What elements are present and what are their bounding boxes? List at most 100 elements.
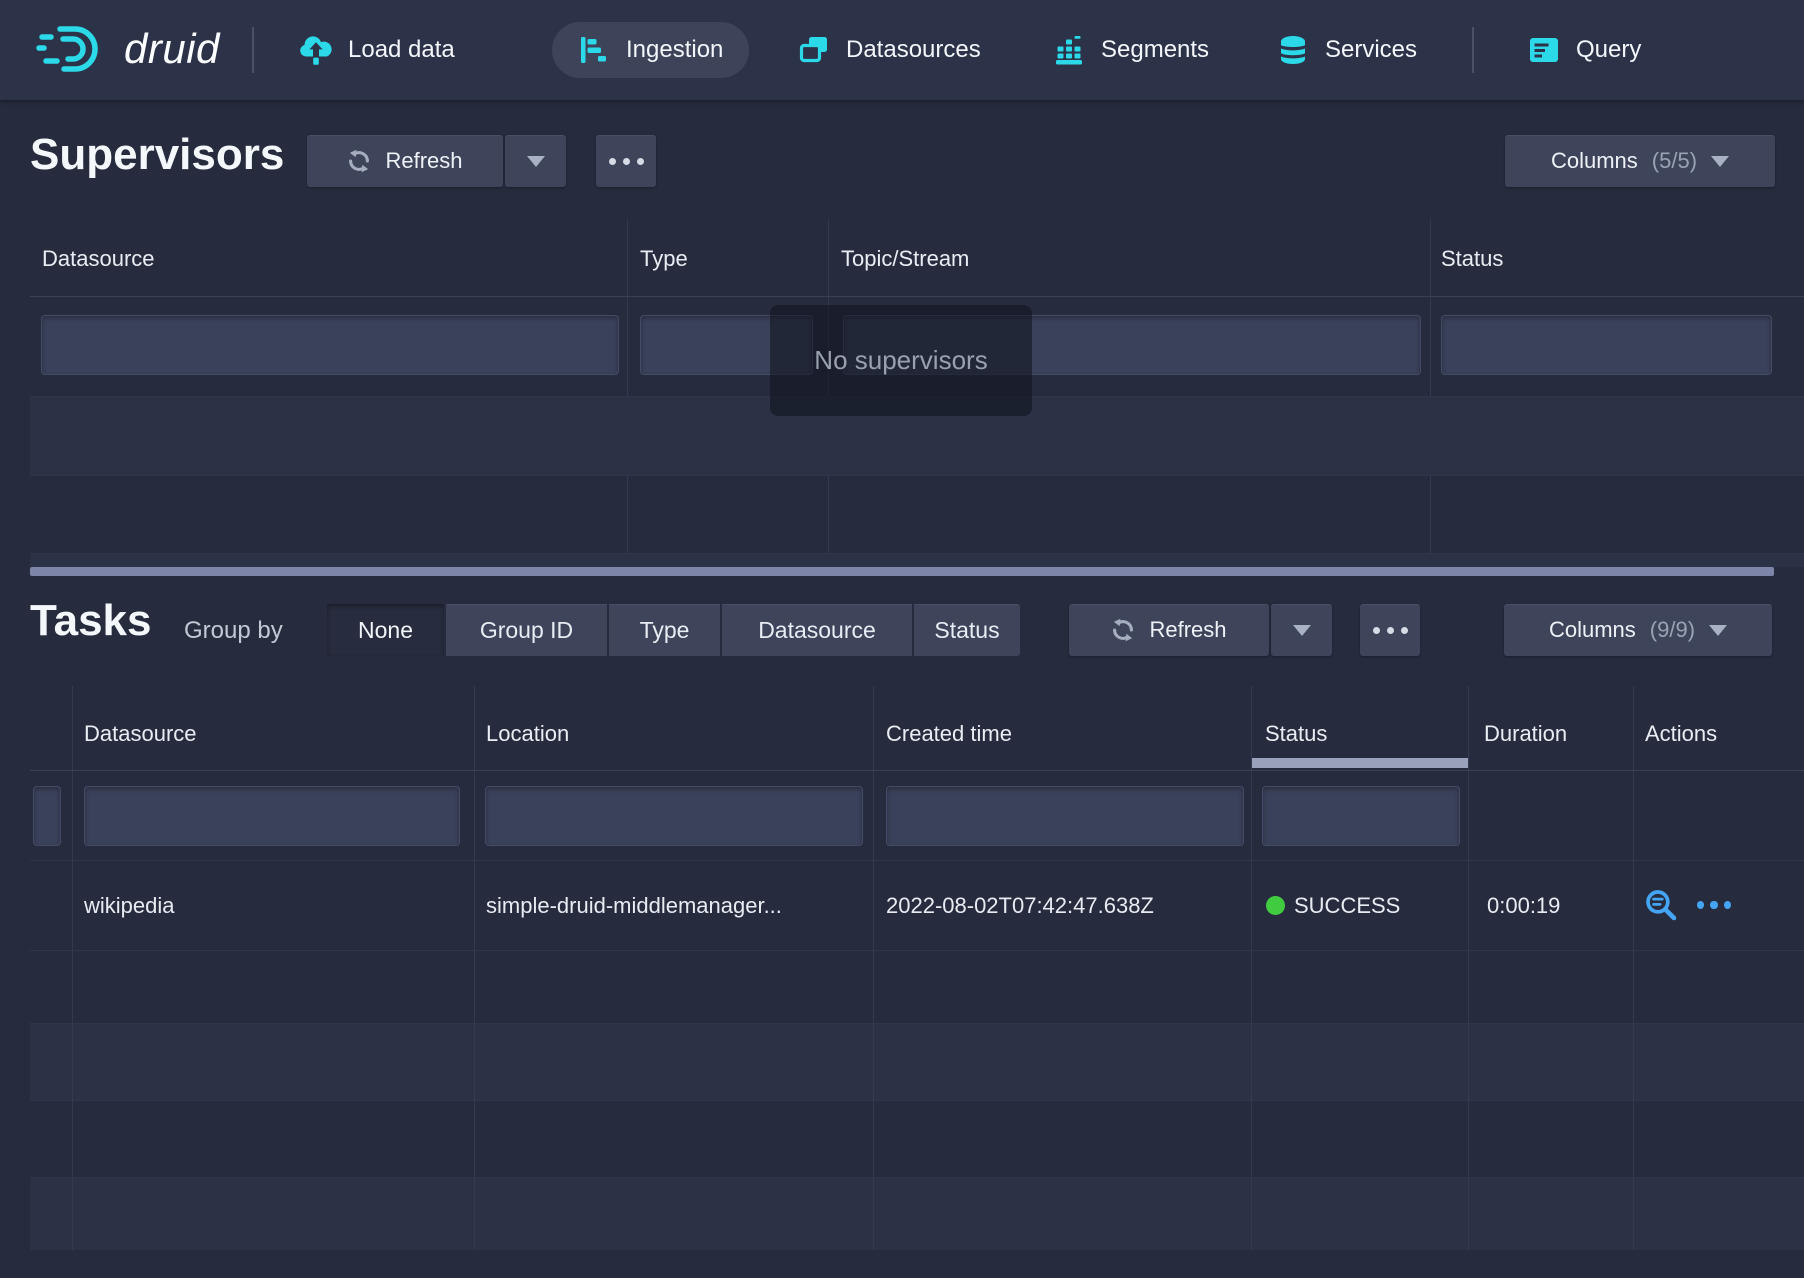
header-divider: [30, 770, 1804, 771]
task-col-created-time[interactable]: Created time: [886, 721, 1012, 747]
more-icon: [609, 158, 644, 165]
druid-logo[interactable]: druid: [36, 22, 220, 76]
columns-count: (5/5): [1652, 148, 1697, 174]
row-divider: [30, 1100, 1804, 1101]
row-divider: [30, 475, 1804, 476]
tasks-refresh-interval-button[interactable]: [1271, 604, 1332, 656]
task-col-actions[interactable]: Actions: [1645, 721, 1717, 747]
supervisors-refresh-button[interactable]: Refresh: [307, 135, 503, 187]
supervisors-more-button[interactable]: [596, 135, 656, 187]
group-by-type-label: Type: [640, 617, 690, 644]
column-divider: [1251, 1024, 1252, 1250]
tasks-title: Tasks: [30, 596, 152, 646]
nav-segments-label: Segments: [1101, 36, 1209, 64]
navbar: druid Load data Ingestion: [0, 0, 1804, 100]
group-by-none-label: None: [358, 617, 413, 644]
task-col-datasource[interactable]: Datasource: [84, 721, 197, 747]
brand-name: druid: [124, 25, 220, 73]
nav-datasources[interactable]: Datasources: [798, 0, 981, 100]
column-divider: [627, 219, 628, 567]
more-icon: [1373, 627, 1408, 634]
nav-services[interactable]: Services: [1277, 0, 1417, 100]
supervisors-title: Supervisors: [30, 130, 284, 180]
task-col-location[interactable]: Location: [486, 721, 569, 747]
row-divider: [30, 860, 1804, 861]
task-created-filter-input[interactable]: [886, 786, 1244, 846]
nav-ingestion[interactable]: Ingestion: [552, 22, 749, 78]
sup-col-datasource[interactable]: Datasource: [42, 246, 155, 272]
empty-row: [30, 1178, 1804, 1250]
task-datasource-filter-input[interactable]: [84, 786, 460, 846]
cell-duration[interactable]: 0:00:19: [1487, 893, 1560, 919]
sup-col-topic-stream[interactable]: Topic/Stream: [841, 246, 969, 272]
task-col-status[interactable]: Status: [1265, 721, 1327, 747]
sup-col-status[interactable]: Status: [1441, 246, 1503, 272]
task-location-filter-input[interactable]: [485, 786, 863, 846]
status-success-dot: [1266, 896, 1285, 915]
task-pinned-filter-input[interactable]: [33, 786, 61, 846]
supervisors-refresh-interval-button[interactable]: [505, 135, 566, 187]
group-by-datasource-label: Datasource: [758, 617, 876, 644]
druid-console: druid Load data Ingestion: [0, 0, 1804, 1278]
status-sort-indicator: [1252, 758, 1468, 768]
row-divider: [30, 950, 1804, 951]
columns-label: Columns: [1551, 148, 1638, 174]
group-by-status-label: Status: [934, 617, 999, 644]
stacked-chart-icon: [1053, 34, 1085, 66]
header-divider: [30, 296, 1804, 297]
tasks-more-button[interactable]: [1360, 604, 1420, 656]
task-status-filter-input[interactable]: [1262, 786, 1460, 846]
column-divider: [1468, 1024, 1469, 1250]
group-by-group-id-button[interactable]: Group ID: [446, 604, 607, 656]
gantt-chart-icon: [578, 34, 610, 66]
refresh-icon: [347, 149, 371, 173]
nav-load-data[interactable]: Load data: [300, 0, 455, 100]
cell-status[interactable]: SUCCESS: [1294, 893, 1400, 919]
sup-datasource-filter-input[interactable]: [41, 315, 619, 375]
nav-services-label: Services: [1325, 36, 1417, 64]
supervisors-empty-state: No supervisors: [770, 305, 1032, 416]
chevron-down-icon: [1709, 625, 1727, 636]
tasks-refresh-label: Refresh: [1149, 617, 1226, 643]
druid-logo-icon: [36, 22, 112, 76]
group-by-datasource-button[interactable]: Datasource: [722, 604, 912, 656]
task-col-duration[interactable]: Duration: [1484, 721, 1567, 747]
group-by-none-button[interactable]: None: [327, 604, 444, 656]
sup-status-filter-input[interactable]: [1441, 315, 1772, 375]
chevron-down-icon: [1711, 156, 1729, 167]
tasks-refresh-button[interactable]: Refresh: [1069, 604, 1269, 656]
task-detail-magnifier-icon[interactable]: [1644, 888, 1678, 922]
column-divider: [72, 1024, 73, 1250]
columns-label: Columns: [1549, 617, 1636, 643]
column-divider: [873, 1024, 874, 1250]
cell-datasource[interactable]: wikipedia: [84, 893, 175, 919]
group-by-status-button[interactable]: Status: [914, 604, 1020, 656]
group-by-group-id-label: Group ID: [480, 617, 573, 644]
nav-load-data-label: Load data: [348, 36, 455, 64]
supervisors-columns-button[interactable]: Columns (5/5): [1505, 135, 1775, 187]
cloud-upload-icon: [300, 34, 332, 66]
supervisors-refresh-label: Refresh: [385, 148, 462, 174]
empty-row: [30, 1024, 1804, 1100]
nav-segments[interactable]: Segments: [1053, 0, 1209, 100]
columns-count: (9/9): [1650, 617, 1695, 643]
column-divider: [1430, 219, 1431, 567]
supervisors-horizontal-scrollbar[interactable]: [30, 567, 1774, 576]
chevron-down-icon: [1293, 625, 1311, 636]
column-divider: [474, 1024, 475, 1250]
supervisors-empty-message: No supervisors: [814, 345, 987, 376]
group-by-label: Group by: [184, 617, 283, 645]
nav-ingestion-label: Ingestion: [626, 36, 723, 64]
nav-datasources-label: Datasources: [846, 36, 981, 64]
task-actions-more-icon[interactable]: [1697, 888, 1731, 922]
navbar-divider-2: [1472, 27, 1474, 73]
cell-location[interactable]: simple-druid-middlemanager...: [486, 893, 782, 919]
group-by-type-button[interactable]: Type: [609, 604, 720, 656]
tasks-columns-button[interactable]: Columns (9/9): [1504, 604, 1772, 656]
sup-col-type[interactable]: Type: [640, 246, 688, 272]
nav-query[interactable]: Query: [1528, 0, 1641, 100]
refresh-icon: [1111, 618, 1135, 642]
multi-select-icon: [798, 34, 830, 66]
column-divider: [1633, 1024, 1634, 1250]
cell-created-time[interactable]: 2022-08-02T07:42:47.638Z: [886, 893, 1154, 919]
